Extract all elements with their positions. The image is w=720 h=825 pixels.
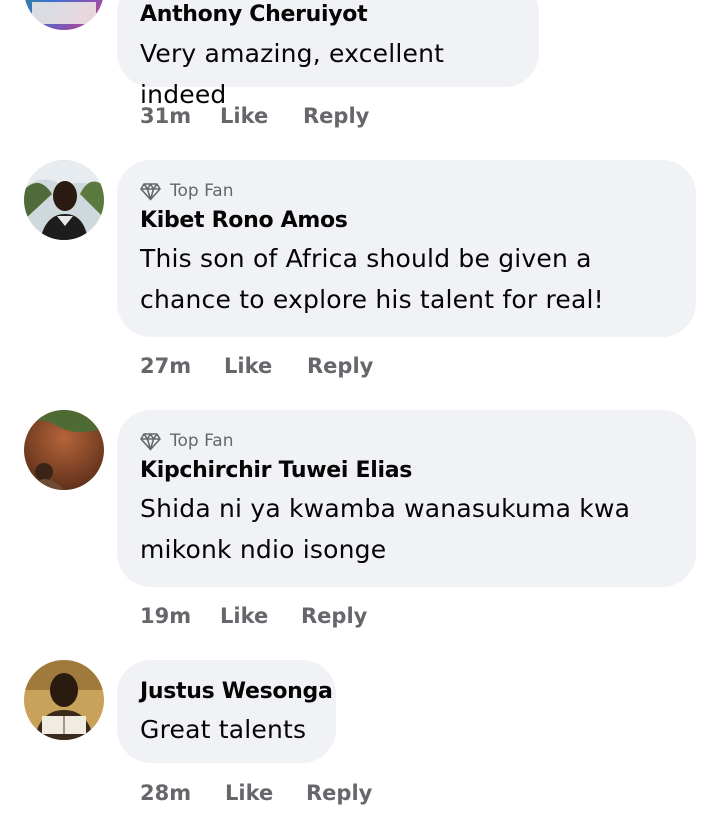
reply-button[interactable]: Reply bbox=[306, 781, 372, 805]
like-button[interactable]: Like bbox=[220, 604, 301, 628]
comment-actions: 31m Like Reply bbox=[140, 104, 369, 128]
reply-button[interactable]: Reply bbox=[301, 604, 367, 628]
comment-time[interactable]: 19m bbox=[140, 604, 220, 628]
avatar-image bbox=[24, 0, 104, 30]
badge-label: Top Fan bbox=[170, 181, 234, 201]
reply-button[interactable]: Reply bbox=[307, 354, 373, 378]
comment-text: This son of Africa should be given a cha… bbox=[140, 244, 604, 314]
like-button[interactable]: Like bbox=[225, 781, 306, 805]
avatar[interactable] bbox=[24, 660, 104, 740]
comment-actions: 19m Like Reply bbox=[140, 604, 367, 628]
avatar[interactable] bbox=[24, 160, 104, 240]
reply-button[interactable]: Reply bbox=[303, 104, 369, 128]
comment-time[interactable]: 27m bbox=[140, 354, 224, 378]
avatar-image bbox=[24, 410, 104, 490]
avatar-image bbox=[24, 160, 104, 240]
diamond-icon bbox=[140, 432, 161, 450]
like-button[interactable]: Like bbox=[220, 104, 303, 128]
comment-bubble: Justus Wesonga Great talents bbox=[117, 660, 336, 763]
top-fan-badge: Top Fan bbox=[140, 429, 674, 453]
comment-actions: 28m Like Reply bbox=[140, 781, 372, 805]
comment-author[interactable]: Anthony Cheruiyot bbox=[140, 0, 517, 30]
badge-label: Top Fan bbox=[170, 431, 234, 451]
top-fan-badge: Top Fan bbox=[140, 179, 674, 203]
comment-time[interactable]: 28m bbox=[140, 781, 225, 805]
comment-actions: 27m Like Reply bbox=[140, 354, 373, 378]
comment-text: Shida ni ya kwamba wanasukuma kwa mikonk… bbox=[140, 494, 631, 564]
avatar[interactable] bbox=[24, 410, 104, 490]
comment-bubble: Anthony Cheruiyot Very amazing, excellen… bbox=[117, 0, 539, 109]
comment-text: Very amazing, excellent indeed bbox=[140, 39, 445, 109]
like-button[interactable]: Like bbox=[224, 354, 307, 378]
comment-bubble: Top Fan Kibet Rono Amos This son of Afri… bbox=[117, 160, 696, 337]
diamond-icon bbox=[140, 182, 161, 200]
comment-time[interactable]: 31m bbox=[140, 104, 220, 128]
comment-author[interactable]: Kipchirchir Tuwei Elias bbox=[140, 456, 674, 486]
avatar[interactable] bbox=[24, 0, 104, 30]
comment-author[interactable]: Kibet Rono Amos bbox=[140, 206, 674, 236]
comment-author[interactable]: Justus Wesonga bbox=[140, 677, 333, 707]
comment-text: Great talents bbox=[140, 715, 307, 744]
avatar-image bbox=[24, 660, 104, 740]
comment-bubble: Top Fan Kipchirchir Tuwei Elias Shida ni… bbox=[117, 410, 696, 587]
